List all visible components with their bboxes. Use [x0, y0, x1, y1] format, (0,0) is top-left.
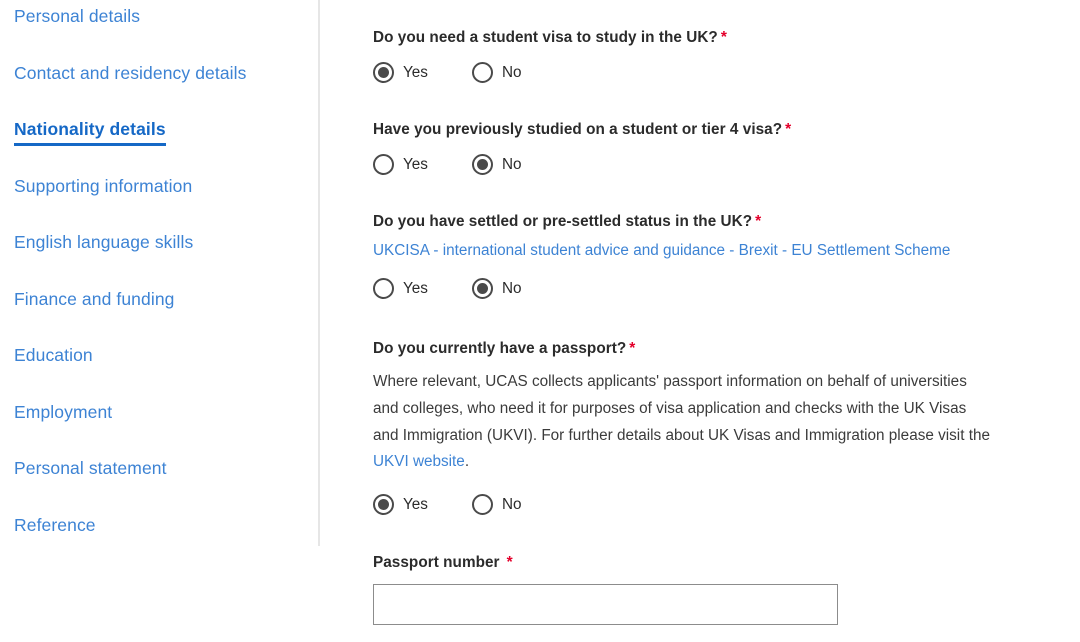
question-label-previously-studied: Have you previously studied on a student… — [373, 120, 1033, 140]
question-text-student-visa: Do you need a student visa to study in t… — [373, 29, 718, 46]
radio-label-no: No — [501, 279, 522, 297]
sidebar-link-contact-and-residency-details[interactable]: Contact and residency details — [14, 62, 246, 84]
radio-label-yes: Yes — [403, 63, 428, 81]
sidebar-item-contact-and-residency-details[interactable]: Contact and residency details — [0, 62, 318, 119]
radio-group-previously-studied[interactable]: Yes No — [373, 154, 1033, 175]
sidebar-link-education[interactable]: Education — [14, 344, 93, 366]
required-asterisk: * — [755, 213, 762, 230]
radio-previously-studied-no[interactable]: No — [471, 154, 522, 175]
sidebar-item-nationality-details[interactable]: Nationality details — [0, 118, 318, 175]
question-label-settled-status: Do you have settled or pre-settled statu… — [373, 212, 1033, 232]
field-passport: Do you currently have a passport? * Where… — [373, 339, 1033, 516]
radio-passport-no[interactable]: No — [471, 494, 522, 516]
radio-settled-status-no[interactable]: No — [471, 278, 522, 299]
question-label-passport: Do you currently have a passport? * — [373, 339, 1033, 359]
sidebar-item-employment[interactable]: Employment — [0, 401, 318, 458]
radio-label-no: No — [501, 495, 522, 513]
radio-label-yes: Yes — [403, 279, 428, 297]
passport-number-input[interactable] — [373, 584, 838, 625]
sidebar-link-personal-details[interactable]: Personal details — [14, 5, 140, 27]
radio-previously-studied-yes[interactable]: Yes — [373, 154, 428, 175]
sidebar-link-nationality-details[interactable]: Nationality details — [14, 118, 166, 146]
passport-number-label-text: Passport number — [373, 554, 500, 571]
field-passport-number: Passport number * — [373, 553, 1033, 625]
radio-selected-icon[interactable] — [373, 494, 394, 516]
sidebar-link-finance-and-funding[interactable]: Finance and funding — [14, 288, 175, 310]
question-text-settled-status: Do you have settled or pre-settled statu… — [373, 213, 753, 230]
section-navigation-sidebar: Personal details Contact and residency d… — [0, 0, 318, 642]
passport-number-label: Passport number * — [373, 554, 513, 571]
radio-selected-icon[interactable] — [471, 278, 493, 299]
sidebar-link-english-language-skills[interactable]: English language skills — [14, 231, 193, 253]
radio-settled-status-yes[interactable]: Yes — [373, 278, 428, 299]
radio-unselected-icon[interactable] — [471, 62, 493, 83]
sidebar-item-personal-details[interactable]: Personal details — [0, 5, 318, 62]
sidebar-item-personal-statement[interactable]: Personal statement — [0, 457, 318, 514]
application-form-page: Personal details Contact and residency d… — [0, 0, 1080, 642]
sidebar-item-supporting-information[interactable]: Supporting information — [0, 175, 318, 232]
ukcisa-guidance-link[interactable]: UKCISA - international student advice an… — [373, 240, 1033, 262]
radio-label-yes: Yes — [403, 495, 428, 513]
radio-student-visa-yes[interactable]: Yes — [373, 62, 428, 83]
radio-group-settled-status[interactable]: Yes No — [373, 278, 1033, 299]
sidebar-item-education[interactable]: Education — [0, 344, 318, 401]
sidebar-item-reference[interactable]: Reference — [0, 514, 318, 571]
ukvi-website-link[interactable]: UKVI website — [373, 453, 465, 470]
radio-passport-yes[interactable]: Yes — [373, 494, 428, 516]
sidebar-link-supporting-information[interactable]: Supporting information — [14, 175, 192, 197]
passport-helper-text-before: Where relevant, UCAS collects applicants… — [373, 373, 990, 444]
question-text-passport: Do you currently have a passport? — [373, 340, 627, 357]
field-previously-studied: Have you previously studied on a student… — [373, 120, 1033, 175]
question-text-previously-studied: Have you previously studied on a student… — [373, 121, 783, 138]
passport-helper-text: Where relevant, UCAS collects applicants… — [373, 369, 995, 476]
radio-label-no: No — [501, 155, 522, 173]
radio-group-student-visa[interactable]: Yes No — [373, 62, 1033, 83]
field-student-visa: Do you need a student visa to study in t… — [373, 28, 1033, 83]
radio-group-passport[interactable]: Yes No — [373, 494, 1033, 516]
radio-student-visa-no[interactable]: No — [471, 62, 522, 83]
radio-unselected-icon[interactable] — [471, 494, 493, 516]
radio-unselected-icon[interactable] — [373, 278, 394, 299]
sidebar-link-employment[interactable]: Employment — [14, 401, 112, 423]
sidebar-divider — [318, 0, 320, 546]
radio-selected-icon[interactable] — [373, 62, 394, 83]
question-label-student-visa: Do you need a student visa to study in t… — [373, 28, 1033, 48]
required-asterisk: * — [506, 554, 513, 571]
sidebar-item-finance-and-funding[interactable]: Finance and funding — [0, 288, 318, 345]
radio-label-yes: Yes — [403, 155, 428, 173]
required-asterisk: * — [720, 29, 727, 46]
radio-unselected-icon[interactable] — [373, 154, 394, 175]
required-asterisk: * — [785, 121, 792, 138]
passport-helper-text-after: . — [464, 453, 470, 471]
field-settled-status: Do you have settled or pre-settled statu… — [373, 212, 1033, 299]
required-asterisk: * — [629, 340, 636, 357]
sidebar-link-personal-statement[interactable]: Personal statement — [14, 457, 167, 479]
nav-list: Personal details Contact and residency d… — [0, 5, 318, 570]
radio-selected-icon[interactable] — [471, 154, 493, 175]
radio-label-no: No — [501, 63, 522, 81]
sidebar-link-reference[interactable]: Reference — [14, 514, 96, 536]
sidebar-item-english-language-skills[interactable]: English language skills — [0, 231, 318, 288]
